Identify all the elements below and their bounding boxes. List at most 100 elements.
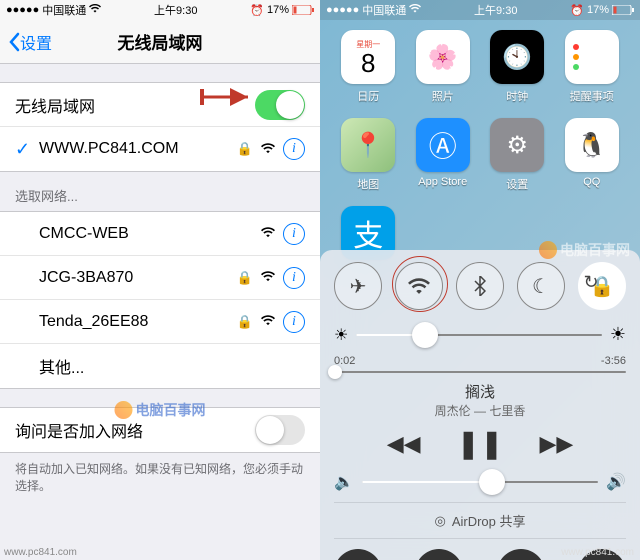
wifi-signal-icon [261, 270, 275, 285]
connected-network-name: WWW.PC841.COM [39, 140, 237, 158]
app-reminders[interactable]: 提醒事项 [560, 30, 625, 104]
rotation-lock-button[interactable]: 🔒↻ [578, 262, 626, 310]
wifi-toggle-label: 无线局域网 [15, 93, 255, 117]
checkmark-icon: ✓ [15, 139, 29, 160]
watermark: 电脑百事网 [115, 400, 206, 420]
cc-toggle-row: ✈ ☾ 🔒↻ [334, 262, 626, 310]
wifi-toggle[interactable] [255, 90, 305, 120]
alarm-icon: ⏰ [250, 4, 264, 17]
brightness-high-icon: ☀ [610, 324, 626, 345]
status-bar: ●●●●● 中国联通 上午9:30 ⏰ 17% [0, 0, 320, 20]
app-clock[interactable]: 🕙 时钟 [485, 30, 550, 104]
wifi-button[interactable] [395, 262, 443, 310]
airdrop-label: AirDrop 共享 [452, 511, 526, 530]
track-artist: 周杰伦 — 七里香 [334, 402, 626, 419]
networks-section: CMCC-WEB i JCG-3BA870 🔒 i Tenda_26EE88 🔒… [0, 211, 320, 389]
signal-dots: ●●●●● [326, 4, 359, 16]
wifi-icon [89, 4, 101, 16]
carrier-label: 中国联通 [42, 2, 86, 18]
battery-label: 17% [267, 4, 289, 16]
page-title: 无线局域网 [118, 29, 203, 54]
timer-button[interactable]: ⏱ [415, 549, 463, 560]
dnd-button[interactable]: ☾ [517, 262, 565, 310]
track-title: 搁浅 [334, 381, 626, 402]
brightness-slider[interactable] [356, 334, 602, 336]
wifi-signal-icon [261, 226, 275, 241]
alarm-icon: ⏰ [570, 4, 584, 17]
play-pause-button[interactable]: ❚❚ [457, 427, 504, 460]
control-center-screen: ●●●●● 中国联通 上午9:30 ⏰ 17% 星期一8 日历 🌸 照片 🕙 时… [320, 0, 640, 560]
back-button[interactable]: 设置 [8, 30, 52, 54]
network-name: JCG-3BA870 [39, 269, 237, 287]
bluetooth-button[interactable] [456, 262, 504, 310]
app-photos[interactable]: 🌸 照片 [411, 30, 476, 104]
info-button[interactable]: i [283, 311, 305, 333]
network-row[interactable]: Tenda_26EE88 🔒 i [0, 300, 320, 344]
clock-label: 上午9:30 [474, 2, 517, 18]
wifi-toggle-row: 无线局域网 [0, 83, 320, 127]
now-playing: 搁浅 周杰伦 — 七里香 [334, 381, 626, 419]
airplane-mode-button[interactable]: ✈ [334, 262, 382, 310]
control-center: ✈ ☾ 🔒↻ ☀ ☀ 0:02 -3:56 搁浅 周杰伦 — 七里香 [320, 250, 640, 560]
chevron-left-icon [8, 32, 20, 52]
signal-dots: ●●●●● [6, 4, 39, 16]
other-network-row[interactable]: 其他... [0, 344, 320, 388]
logo-icon [539, 241, 557, 259]
next-track-button[interactable]: ▶▶ [539, 431, 573, 457]
nav-bar: 设置 无线局域网 [0, 20, 320, 64]
lock-icon: 🔒 [237, 141, 253, 157]
url-watermark: www.pc841.com [4, 547, 77, 558]
app-calendar[interactable]: 星期一8 日历 [336, 30, 401, 104]
network-row[interactable]: CMCC-WEB i [0, 212, 320, 256]
home-screen-grid: 星期一8 日历 🌸 照片 🕙 时钟 提醒事项 📍 地图 Ⓐ App Store … [320, 20, 640, 274]
back-label: 设置 [20, 30, 52, 54]
volume-slider[interactable] [362, 481, 598, 483]
wifi-signal-icon [261, 142, 275, 157]
wifi-icon [409, 4, 421, 16]
info-button[interactable]: i [283, 267, 305, 289]
calculator-button[interactable]: 🖩 [497, 549, 545, 560]
info-button[interactable]: i [283, 138, 305, 160]
brightness-slider-row: ☀ ☀ [334, 324, 626, 345]
network-name: CMCC-WEB [39, 225, 261, 243]
url-watermark: www.pc841.com [561, 547, 634, 558]
flashlight-button[interactable]: 🔦 [334, 549, 382, 560]
network-name: Tenda_26EE88 [39, 313, 237, 331]
app-settings[interactable]: ⚙ 设置 [485, 118, 550, 192]
remaining-time: -3:56 [601, 355, 626, 367]
airdrop-icon: ◎ [434, 513, 445, 529]
scrubber-time: 0:02 -3:56 [334, 355, 626, 367]
app-qq[interactable]: 🐧 QQ [560, 118, 625, 192]
media-controls: ◀◀ ❚❚ ▶▶ [334, 427, 626, 460]
connected-network-row[interactable]: ✓ WWW.PC841.COM 🔒 i [0, 127, 320, 171]
lock-icon: 🔒 [237, 270, 253, 286]
logo-icon [115, 401, 133, 419]
wifi-settings-screen: ●●●●● 中国联通 上午9:30 ⏰ 17% 设置 无线局域网 无线局域网 ✓… [0, 0, 320, 560]
volume-high-icon: 🔊 [606, 472, 626, 492]
battery-icon [292, 5, 314, 15]
lock-icon: 🔒 [237, 314, 253, 330]
prev-track-button[interactable]: ◀◀ [387, 431, 421, 457]
volume-low-icon: 🔈 [334, 472, 354, 492]
app-maps[interactable]: 📍 地图 [336, 118, 401, 192]
battery-label: 17% [587, 4, 609, 16]
other-label: 其他... [39, 354, 305, 378]
scrubber-slider[interactable] [334, 371, 626, 373]
wifi-signal-icon [261, 314, 275, 329]
clock-label: 上午9:30 [154, 2, 197, 18]
carrier-label: 中国联通 [362, 2, 406, 18]
ask-join-toggle[interactable] [255, 415, 305, 445]
battery-icon [612, 5, 634, 15]
wifi-toggle-section: 无线局域网 ✓ WWW.PC841.COM 🔒 i [0, 82, 320, 172]
choose-network-header: 选取网络... [0, 172, 320, 211]
brightness-low-icon: ☀ [334, 325, 348, 345]
airdrop-button[interactable]: ◎ AirDrop 共享 [334, 502, 626, 539]
status-bar: ●●●●● 中国联通 上午9:30 ⏰ 17% [320, 0, 640, 20]
watermark: 电脑百事网 [539, 240, 630, 260]
info-button[interactable]: i [283, 223, 305, 245]
volume-slider-row: 🔈 🔊 [334, 472, 626, 492]
app-appstore[interactable]: Ⓐ App Store [411, 118, 476, 192]
ask-join-label: 询问是否加入网络 [15, 418, 255, 442]
footer-hint: 将自动加入已知网络。如果没有已知网络，您必须手动选择。 [0, 453, 320, 503]
network-row[interactable]: JCG-3BA870 🔒 i [0, 256, 320, 300]
